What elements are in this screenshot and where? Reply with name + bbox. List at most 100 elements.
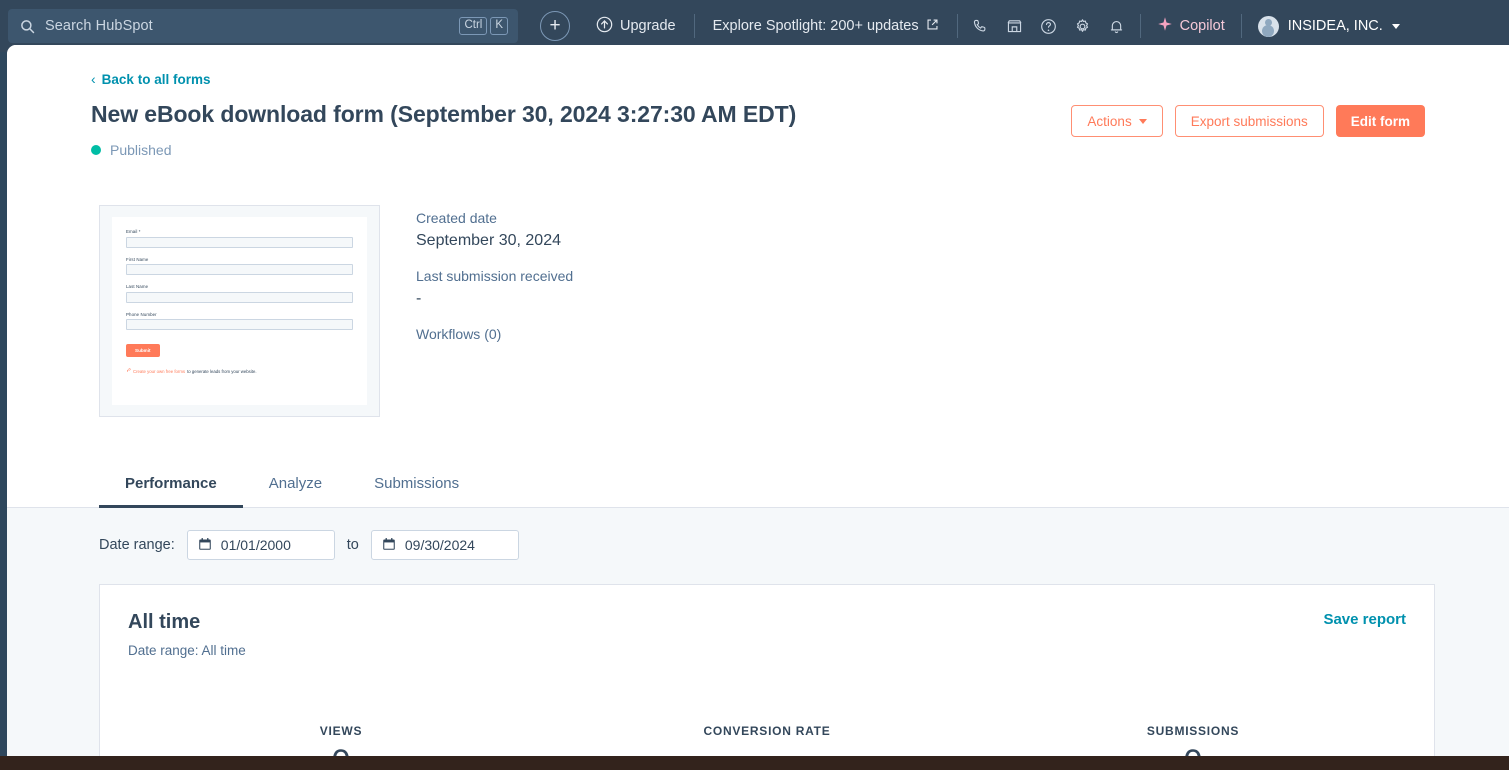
report-title-block: All time Date range: All time bbox=[128, 611, 246, 658]
create-new-button[interactable]: + bbox=[540, 11, 570, 41]
title-block: New eBook download form (September 30, 2… bbox=[91, 101, 796, 158]
edit-form-label: Edit form bbox=[1350, 113, 1410, 129]
performance-panel: Date range: 01/01/2000 to 09/30/2024 All… bbox=[7, 508, 1509, 770]
created-date-label: Created date bbox=[416, 210, 497, 226]
date-to-value: 09/30/2024 bbox=[404, 537, 475, 553]
created-date-value: September 30, 2024 bbox=[416, 232, 561, 249]
search-icon bbox=[20, 19, 35, 34]
phone-icon[interactable] bbox=[964, 9, 998, 43]
actions-label: Actions bbox=[1087, 113, 1132, 129]
preview-field-phone-number: Phone Number bbox=[126, 311, 353, 330]
export-label: Export submissions bbox=[1190, 113, 1308, 129]
form-preview-card[interactable]: Email * First Name Last Name Phone Numbe… bbox=[99, 205, 380, 417]
form-overview-row: Email * First Name Last Name Phone Numbe… bbox=[7, 158, 1509, 417]
report-header: All time Date range: All time Save repor… bbox=[128, 611, 1406, 658]
export-submissions-button[interactable]: Export submissions bbox=[1174, 105, 1324, 137]
preview-field-last-name: Last Name bbox=[126, 284, 353, 303]
settings-gear-icon[interactable] bbox=[1066, 9, 1100, 43]
preview-field-email: Email * bbox=[126, 229, 353, 248]
actions-dropdown-button[interactable]: Actions bbox=[1071, 105, 1163, 137]
last-submission-label: Last submission received bbox=[416, 268, 574, 284]
chevron-down-icon bbox=[1391, 23, 1400, 29]
preview-field-input bbox=[126, 236, 353, 248]
upgrade-arrow-icon bbox=[596, 16, 613, 37]
copilot-button[interactable]: Copilot bbox=[1147, 16, 1235, 36]
preview-footer-text: to generate leads from your website. bbox=[187, 368, 257, 374]
status-badge: Published bbox=[91, 142, 796, 158]
tab-performance[interactable]: Performance bbox=[99, 461, 243, 508]
account-menu[interactable]: INSIDEA, INC. bbox=[1248, 15, 1404, 37]
account-label: INSIDEA, INC. bbox=[1287, 18, 1383, 34]
chevron-down-icon bbox=[1138, 118, 1147, 124]
nav-divider-4 bbox=[1240, 14, 1242, 38]
nav-divider-2 bbox=[956, 14, 958, 38]
date-range-label: Date range: bbox=[99, 537, 175, 553]
date-from-input[interactable]: 01/01/2000 bbox=[186, 530, 335, 560]
page-header: ‹ Back to all forms New eBook download f… bbox=[7, 45, 1509, 158]
last-submission-block: Last submission received - bbox=[416, 268, 573, 308]
shortcut-key-ctrl: Ctrl bbox=[459, 17, 488, 35]
preview-footer-link: Create your own free forms bbox=[133, 368, 186, 374]
search-shortcut: Ctrl K bbox=[459, 17, 508, 35]
save-report-link[interactable]: Save report bbox=[1323, 611, 1406, 628]
spotlight-label: Explore Spotlight: 200+ updates bbox=[712, 18, 919, 34]
status-dot-icon bbox=[91, 145, 101, 155]
date-range-row: Date range: 01/01/2000 to 09/30/2024 bbox=[99, 530, 1509, 560]
preview-field-label: Email * bbox=[126, 229, 141, 234]
tab-submissions[interactable]: Submissions bbox=[348, 461, 485, 508]
avatar bbox=[1257, 15, 1279, 37]
preview-submit-button: Submit bbox=[126, 344, 160, 357]
calendar-icon bbox=[382, 537, 396, 554]
stat-label: VIEWS bbox=[319, 724, 363, 738]
external-link-icon bbox=[926, 18, 939, 35]
bottom-cutoff-strip bbox=[0, 756, 1509, 770]
search-input[interactable]: Search HubSpot Ctrl K bbox=[8, 9, 518, 43]
preview-footer: Create your own free forms to generate l… bbox=[126, 368, 353, 374]
last-submission-value: - bbox=[416, 290, 422, 307]
status-label: Published bbox=[110, 142, 172, 158]
hubspot-sprocket-icon bbox=[126, 368, 131, 374]
page-title: New eBook download form (September 30, 2… bbox=[91, 101, 797, 127]
preview-field-input bbox=[126, 319, 353, 330]
report-title: All time bbox=[128, 611, 201, 633]
preview-field-first-name: First Name bbox=[126, 256, 353, 275]
form-preview-inner: Email * First Name Last Name Phone Numbe… bbox=[112, 217, 367, 405]
stat-label: CONVERSION RATE bbox=[703, 724, 831, 738]
workflows-label: Workflows (0) bbox=[416, 326, 502, 342]
workflows-block: Workflows (0) bbox=[416, 326, 573, 342]
marketplace-icon[interactable] bbox=[998, 9, 1032, 43]
sparkle-icon bbox=[1157, 16, 1173, 36]
nav-divider-1 bbox=[693, 14, 695, 38]
help-icon[interactable] bbox=[1032, 9, 1066, 43]
preview-field-label: Last Name bbox=[126, 284, 149, 289]
calendar-icon bbox=[198, 537, 212, 554]
preview-field-label: Phone Number bbox=[126, 311, 157, 317]
date-range-to-label: to bbox=[346, 537, 359, 553]
preview-field-input bbox=[126, 291, 353, 303]
stat-label: SUBMISSIONS bbox=[1146, 724, 1240, 738]
tab-bar: Performance Analyze Submissions bbox=[7, 461, 1509, 508]
search-placeholder: Search HubSpot bbox=[45, 18, 153, 34]
upgrade-label: Upgrade bbox=[620, 18, 676, 34]
plus-icon: + bbox=[549, 14, 561, 36]
preview-field-label: First Name bbox=[126, 256, 149, 262]
report-subtitle: Date range: All time bbox=[128, 643, 246, 658]
tab-analyze[interactable]: Analyze bbox=[243, 461, 348, 508]
created-date-block: Created date September 30, 2024 bbox=[416, 210, 573, 250]
date-from-value: 01/01/2000 bbox=[220, 537, 291, 553]
back-link-label: Back to all forms bbox=[101, 71, 211, 87]
title-row: New eBook download form (September 30, 2… bbox=[91, 101, 1509, 158]
shortcut-key-k: K bbox=[490, 17, 508, 35]
form-metadata: Created date September 30, 2024 Last sub… bbox=[416, 205, 573, 417]
notifications-bell-icon[interactable] bbox=[1100, 9, 1134, 43]
date-to-input[interactable]: 09/30/2024 bbox=[370, 530, 519, 560]
header-actions: Actions Export submissions Edit form bbox=[1071, 105, 1425, 137]
nav-divider-3 bbox=[1139, 14, 1141, 38]
back-to-all-forms-link[interactable]: ‹ Back to all forms bbox=[91, 72, 210, 87]
chevron-left-icon: ‹ bbox=[91, 71, 96, 87]
report-card: All time Date range: All time Save repor… bbox=[99, 584, 1435, 770]
preview-field-input bbox=[126, 264, 353, 275]
copilot-label: Copilot bbox=[1179, 18, 1225, 34]
page-panel: ‹ Back to all forms New eBook download f… bbox=[7, 45, 1509, 770]
edit-form-button[interactable]: Edit form bbox=[1335, 105, 1425, 137]
